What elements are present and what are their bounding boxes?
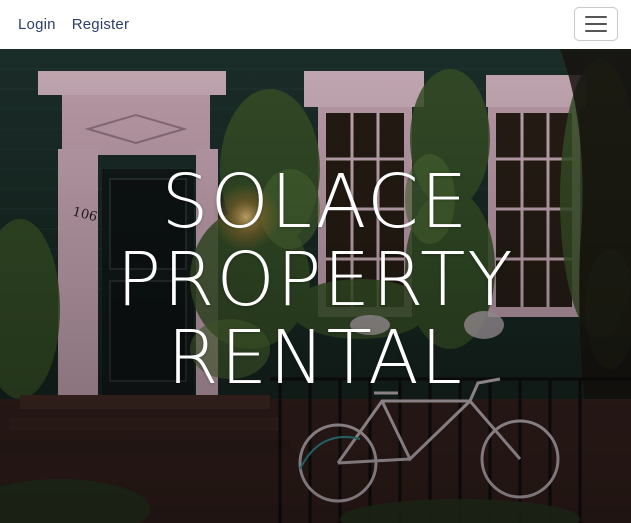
hero-title-line: SOLACE xyxy=(161,159,470,245)
hero-banner: 106 xyxy=(0,49,631,523)
register-link[interactable]: Register xyxy=(72,16,129,33)
hamburger-menu-icon xyxy=(585,16,607,18)
navbar-toggler-button[interactable] xyxy=(574,7,618,41)
hero-title-line: RENTAL xyxy=(167,315,464,401)
top-navbar: Login Register xyxy=(0,0,631,49)
hamburger-menu-icon-bar xyxy=(585,30,607,32)
hamburger-menu-icon-bar xyxy=(585,23,607,25)
login-link[interactable]: Login xyxy=(18,16,56,33)
hero-title-line: PROPERTY xyxy=(116,237,515,323)
hero-title: SOLACE PROPERTY RENTAL xyxy=(0,163,631,397)
